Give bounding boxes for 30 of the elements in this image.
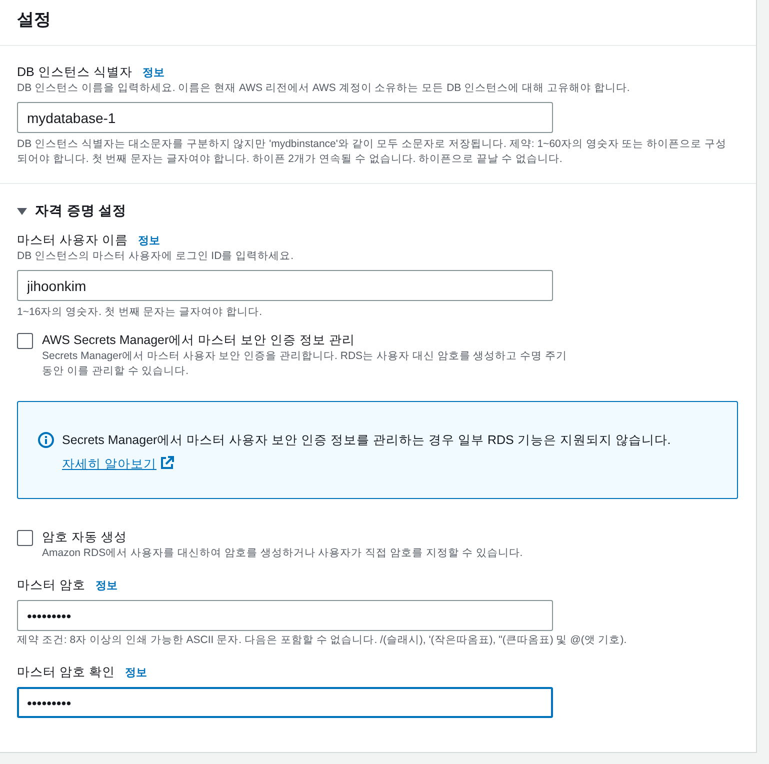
expand-toggle[interactable]: 자격 증명 설정	[17, 202, 127, 220]
caret-icon	[17, 206, 27, 216]
input-field[interactable]: jihoonkim	[17, 270, 553, 301]
field-label: 마스터 암호 확인	[17, 664, 115, 681]
learn-more-link[interactable]: 자세히 알아보기	[62, 457, 156, 471]
checkbox-label: AWS Secrets Manager에서 마스터 보안 인증 정보 관리	[42, 332, 356, 349]
checkbox-description: Secrets Manager에서 마스터 사용자 보안 인증을 관리합니다. RDS는 사용자 대신 암호를 생성하고 수명 주기 동안 이를 관리할 수 있습니다.	[42, 349, 568, 379]
checkbox[interactable]	[17, 530, 33, 546]
info-link[interactable]: 정보	[138, 233, 160, 248]
external-link-icon	[160, 456, 174, 470]
checkbox[interactable]	[17, 332, 33, 348]
info-link[interactable]: 정보	[142, 65, 164, 80]
focused-input-field[interactable]: •••••••••	[17, 687, 553, 718]
input-field[interactable]: mydatabase-1	[17, 102, 553, 133]
constraint-text: 1~16자의 영숫자. 첫 번째 문자는 글자여야 합니다.	[17, 305, 263, 320]
info-icon	[38, 432, 54, 448]
info-link[interactable]: 정보	[124, 665, 147, 680]
info-link[interactable]: 정보	[95, 578, 118, 593]
constraint-text: DB 인스턴스 식별자는 대소문자를 구분하지 않지만 'mydbinstance'와 같이 모두 소문자로 저장됩니다. 제약: 1~60자의 영숫자 또는 하이픈으로 구성되어야 합니다. 첫 번째 문자는 글자여야 합니다. 하이픈 2개가 연속될 수 없습니다. 하이픈으로 끝날 수 없습니다.	[17, 137, 728, 167]
field-description: DB 인스턴스의 마스터 사용자에 로그인 ID를 입력하세요.	[17, 249, 295, 264]
field-label: DB 인스턴스 식별자	[17, 64, 132, 81]
input-field[interactable]: •••••••••	[17, 600, 553, 631]
section-title: 설정	[17, 9, 52, 31]
constraint-text: 제약 조건: 8자 이상의 인쇄 가능한 ASCII 문자. 다음은 포함할 수 없습니다. /(슬래시), '(작은따옴표), "(큰따옴표) 및 @(앳 기호).	[17, 633, 628, 648]
field-label: 마스터 암호	[17, 577, 86, 594]
field-description: DB 인스턴스 이름을 입력하세요. 이름은 현재 AWS 리전에서 AWS 계정이 소유하는 모든 DB 인스턴스에 대해 고유해야 합니다.	[17, 81, 631, 96]
checkbox-description: Amazon RDS에서 사용자를 대신하여 암호를 생성하거나 사용자가 직접 암호를 지정할 수 있습니다.	[42, 546, 524, 561]
alert-message: Secrets Manager에서 마스터 사용자 보안 인증 정보를 관리하는 경우 일부 RDS 기능은 지원되지 않습니다. 자세히 알아보기	[62, 432, 672, 473]
checkbox-label: 암호 자동 생성	[42, 529, 128, 546]
field-label: 마스터 사용자 이름	[17, 232, 128, 249]
